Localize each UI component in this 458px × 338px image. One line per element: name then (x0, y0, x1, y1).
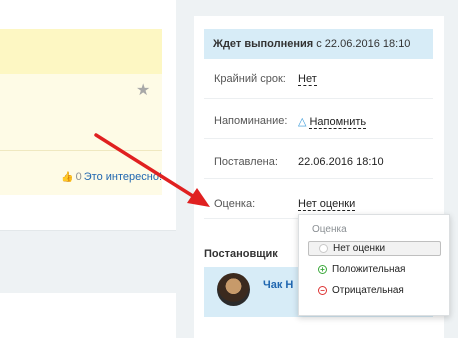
created-value: 22.06.2016 18:10 (298, 156, 384, 168)
comment-card (0, 293, 176, 338)
interest-count: 0 (75, 171, 82, 183)
avatar[interactable] (217, 273, 250, 306)
deadline-value[interactable]: Нет (298, 73, 317, 86)
status-bar: Ждет выполнения с 22.06.2016 18:10 (204, 29, 433, 59)
creator-section-title: Постановщик (204, 248, 278, 260)
option-label: Отрицательная (332, 285, 404, 296)
task-card: ★ 👍 0 Это интересно! (0, 0, 176, 231)
created-row: Поставлена: 22.06.2016 18:10 (204, 139, 433, 179)
plus-icon: + (318, 265, 327, 274)
rating-option-none[interactable]: Нет оценки (308, 241, 441, 256)
creator-name[interactable]: Чак Н (263, 279, 293, 291)
rating-label: Оценка: (214, 198, 256, 210)
star-icon[interactable]: ★ (136, 83, 150, 99)
reminder-control[interactable]: △ Напомнить (298, 115, 367, 129)
like-icon: 👍 (61, 171, 74, 183)
interest-block: 👍 0 Это интересно! (61, 171, 162, 183)
rating-value[interactable]: Нет оценки (298, 198, 356, 211)
deadline-label: Крайний срок: (214, 73, 286, 85)
status-label: Ждет выполнения (213, 38, 314, 50)
option-label: Нет оценки (333, 243, 386, 254)
deadline-row: Крайний срок: Нет (204, 59, 433, 99)
popup-title: Оценка (312, 224, 347, 235)
rating-popup: Оценка Нет оценки + Положительная − Отри… (298, 214, 450, 316)
bell-icon: △ (298, 116, 307, 128)
rating-option-positive[interactable]: + Положительная (308, 262, 441, 277)
task-header-banner (0, 29, 162, 74)
option-label: Положительная (332, 264, 406, 275)
minus-icon: − (318, 286, 327, 295)
divider (0, 150, 162, 151)
reminder-link[interactable]: Напомнить (309, 116, 367, 129)
reminder-label: Напоминание: (214, 115, 288, 127)
status-date: с 22.06.2016 18:10 (316, 38, 411, 50)
interest-link[interactable]: Это интересно! (84, 171, 162, 183)
reminder-row: Напоминание: △ Напомнить (204, 99, 433, 139)
rating-option-negative[interactable]: − Отрицательная (308, 283, 441, 298)
created-label: Поставлена: (214, 156, 278, 168)
circle-icon (319, 244, 328, 253)
rating-row: Оценка: Нет оценки (204, 179, 433, 219)
